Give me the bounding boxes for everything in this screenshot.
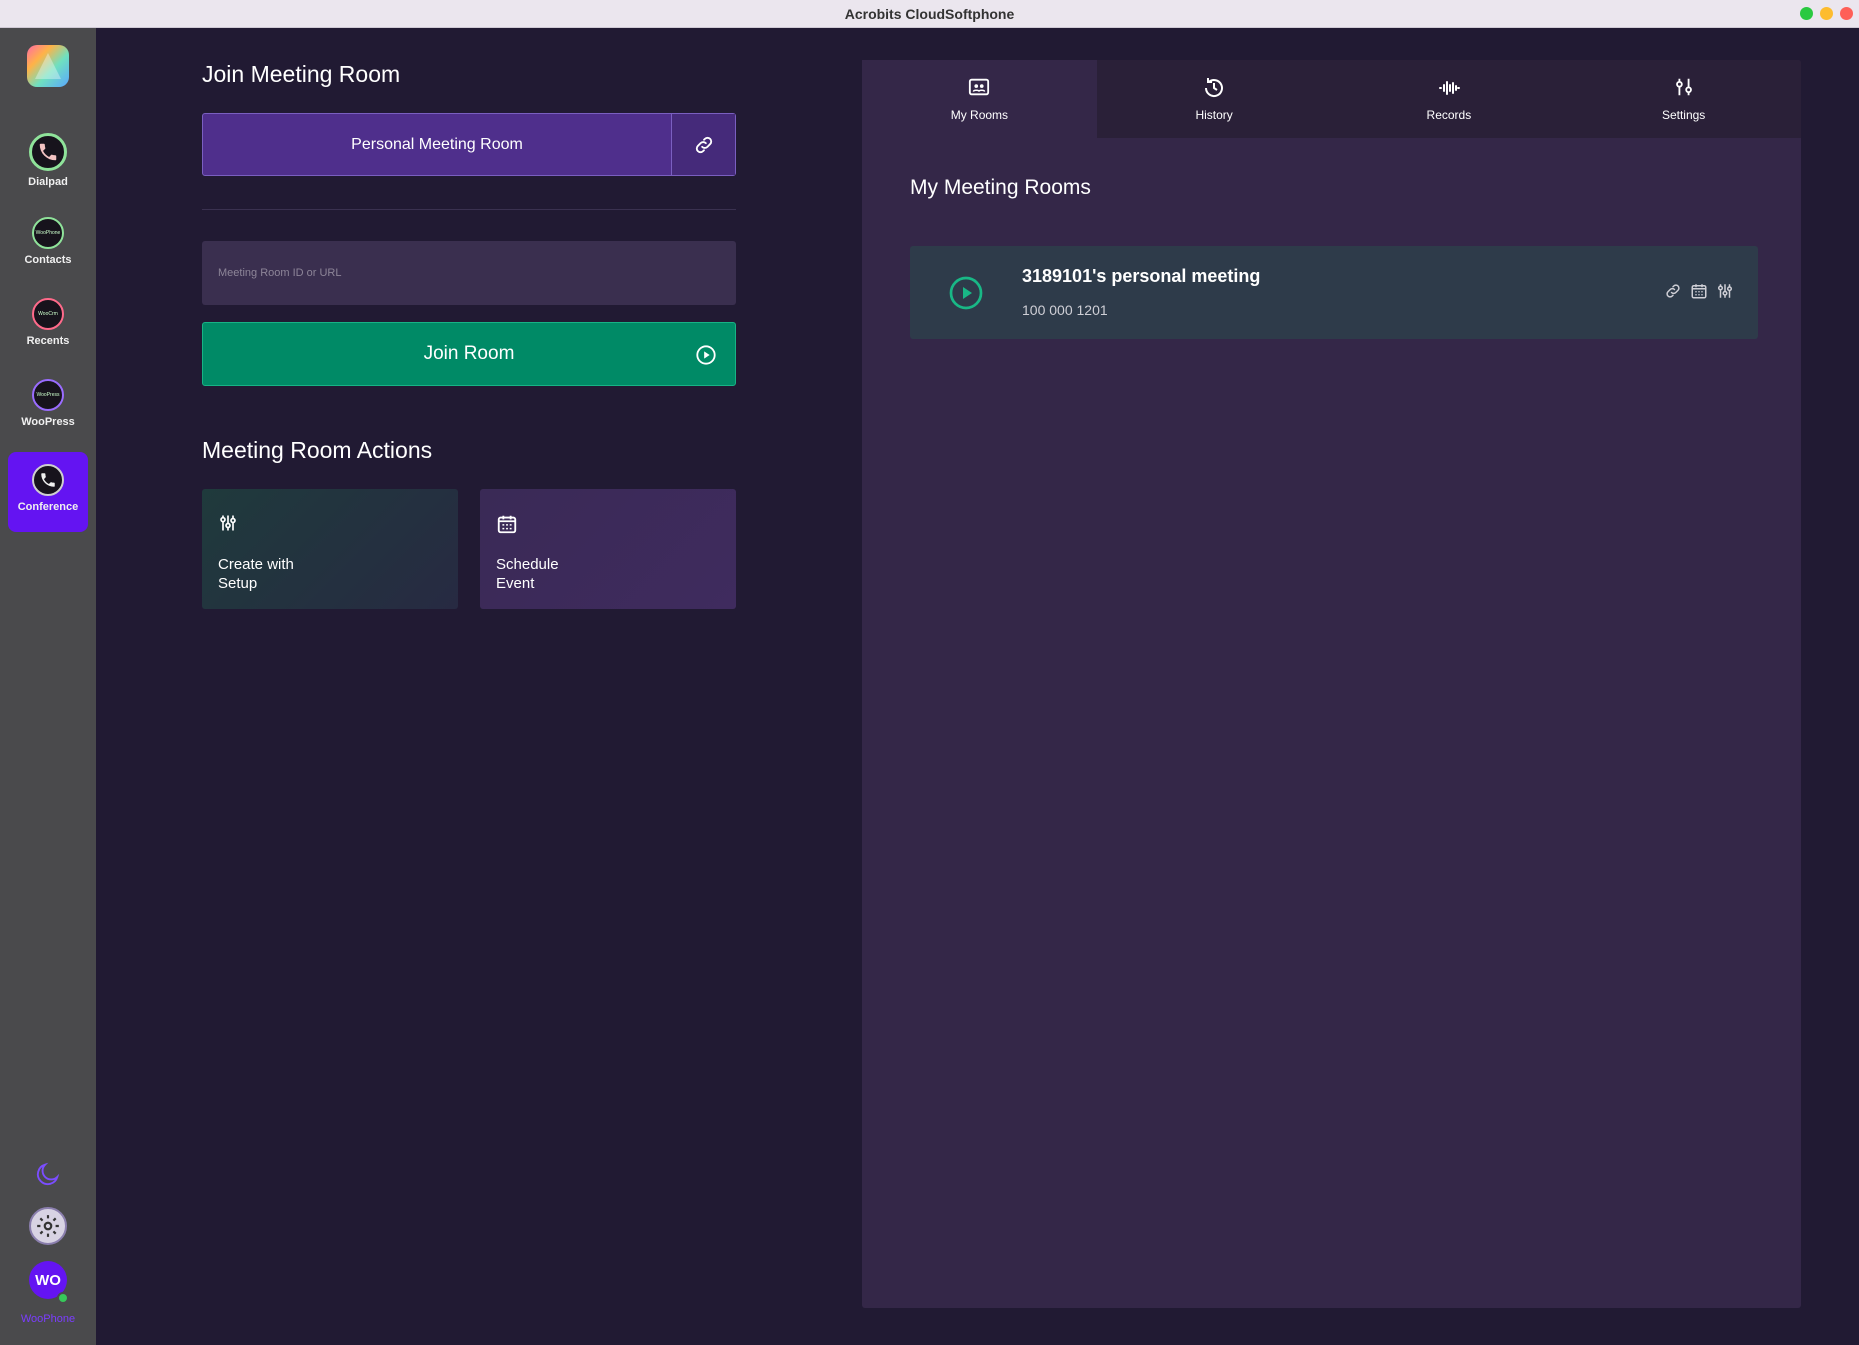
action-label: Create with Setup (218, 556, 294, 592)
start-meeting-button[interactable] (948, 275, 984, 311)
link-icon (695, 136, 712, 153)
phone-icon (29, 133, 67, 171)
tab-label: My Rooms (950, 108, 1009, 122)
settings-button[interactable] (29, 1207, 67, 1245)
app-logo (27, 45, 69, 87)
minimize-button[interactable] (1820, 7, 1833, 20)
woocrm-icon: WooCrm (32, 298, 64, 330)
meeting-room-name: 3189101's personal meeting (1022, 266, 1261, 286)
close-button[interactable] (1840, 7, 1853, 20)
window-title: Acrobits CloudSoftphone (844, 6, 1015, 22)
divider (202, 209, 736, 210)
sliders-icon (1675, 78, 1692, 96)
sidebar: Dialpad WooPhone Contacts WooCrm Recents… (0, 28, 96, 1345)
sidebar-item-recents[interactable]: WooCrm Recents (8, 286, 88, 366)
window-controls (1800, 7, 1853, 20)
create-with-setup-button[interactable]: Create with Setup (202, 489, 458, 609)
tab-label: Records (1426, 108, 1472, 122)
sidebar-item-label: Recents (26, 335, 70, 347)
sidebar-item-conference[interactable]: Conference (8, 452, 88, 532)
sidebar-item-label: WooPress (21, 416, 75, 428)
title-bar: Acrobits CloudSoftphone (0, 0, 1859, 28)
join-room-button[interactable]: Join Room (202, 322, 736, 386)
play-circle-icon (696, 345, 716, 365)
panel-tabs: My Rooms History Records Settings (862, 60, 1801, 138)
personal-meeting-room-button[interactable]: Personal Meeting Room (203, 114, 671, 175)
sidebar-item-dialpad[interactable]: Dialpad (8, 124, 88, 204)
join-section-title: Join Meeting Room (202, 61, 401, 87)
personal-meeting-room: Personal Meeting Room (202, 113, 736, 176)
woopress-icon: WooPress (32, 379, 64, 411)
action-label: Schedule Event (496, 556, 559, 592)
avatar-label: WooPhone (20, 1313, 76, 1325)
sidebar-item-label: Contacts (24, 254, 72, 266)
gear-icon (37, 1215, 59, 1237)
presence-indicator (57, 1292, 69, 1304)
waveform-icon (1438, 81, 1460, 95)
history-icon (1205, 78, 1224, 97)
tab-history[interactable]: History (1097, 60, 1332, 138)
tab-label: Settings (1661, 108, 1706, 122)
meeting-room-item[interactable]: 3189101's personal meeting 100 000 1201 (910, 246, 1758, 339)
sliders-icon (220, 515, 236, 531)
schedule-event-button[interactable]: Schedule Event (480, 489, 736, 609)
my-meeting-rooms-title: My Meeting Rooms (910, 176, 1091, 199)
phone-icon (32, 464, 64, 496)
woophone-icon: WooPhone (32, 217, 64, 249)
meeting-rooms-panel: My Rooms History Records Settings My Mee… (862, 60, 1801, 1308)
copy-link-button[interactable] (671, 114, 735, 175)
calendar-icon (497, 515, 517, 534)
zoom-button[interactable] (1800, 7, 1813, 20)
tab-settings[interactable]: Settings (1566, 60, 1801, 138)
sidebar-item-woopress[interactable]: WooPress WooPress (8, 367, 88, 447)
tab-records[interactable]: Records (1332, 60, 1567, 138)
join-room-label: Join Room (423, 343, 515, 364)
sidebar-item-label: Conference (17, 501, 79, 513)
moon-icon (36, 1162, 60, 1186)
sliders-icon[interactable] (1716, 282, 1734, 300)
meeting-room-actions (1664, 282, 1734, 300)
sidebar-item-contacts[interactable]: WooPhone Contacts (8, 205, 88, 285)
sidebar-item-label: Dialpad (28, 176, 68, 188)
dark-mode-toggle[interactable] (34, 1160, 62, 1193)
calendar-icon[interactable] (1690, 282, 1708, 300)
tab-label: History (1195, 108, 1233, 122)
rooms-icon (969, 78, 990, 96)
meeting-room-number: 100 000 1201 (1022, 302, 1108, 318)
actions-section-title: Meeting Room Actions (202, 437, 433, 463)
tab-my-rooms[interactable]: My Rooms (862, 60, 1097, 138)
link-icon[interactable] (1664, 282, 1682, 300)
meeting-room-id-input[interactable] (202, 241, 736, 305)
